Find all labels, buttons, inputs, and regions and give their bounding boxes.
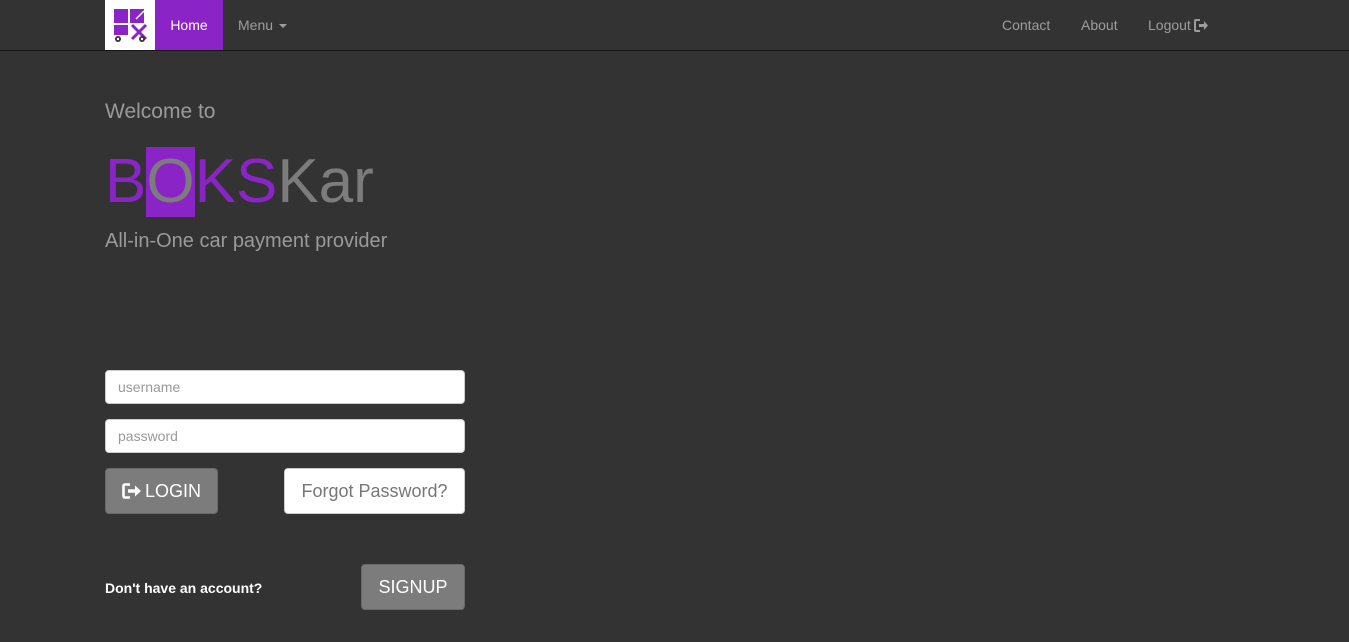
brand-logo[interactable]	[105, 0, 155, 50]
username-input[interactable]	[105, 370, 465, 404]
chevron-down-icon	[279, 24, 288, 28]
wordmark-part-ks: KS	[194, 147, 278, 216]
welcome-text: Welcome to	[105, 100, 216, 123]
signup-button[interactable]: SIGNUP	[361, 564, 465, 610]
login-label: LOGIN	[144, 480, 201, 501]
password-input[interactable]	[105, 419, 465, 453]
nav-about[interactable]: About	[1081, 0, 1118, 50]
nav-logout-label: Logout	[1148, 17, 1191, 33]
sign-in-icon	[122, 483, 141, 499]
sign-out-icon	[1193, 18, 1208, 32]
nav-contact[interactable]: Contact	[1002, 0, 1050, 50]
login-button[interactable]: LOGIN	[105, 468, 218, 514]
no-account-text: Don't have an account?	[105, 580, 263, 596]
navbar: Home Menu Contact About Logout	[0, 0, 1349, 51]
wordmark-part-kar: Kar	[277, 147, 374, 216]
nav-home[interactable]: Home	[155, 0, 223, 50]
nav-menu-dropdown[interactable]: Menu	[238, 0, 288, 50]
boks-logo-icon	[114, 9, 148, 42]
nav-menu-label: Menu	[238, 17, 274, 33]
forgot-password-button[interactable]: Forgot Password?	[284, 468, 465, 514]
nav-logout[interactable]: Logout	[1148, 0, 1209, 50]
tagline: All-in-One car payment provider	[105, 230, 388, 252]
wordmark-part-b: B	[105, 147, 147, 216]
brand-wordmark: BOKSKar	[105, 147, 374, 217]
wordmark-part-o: O	[146, 147, 195, 217]
